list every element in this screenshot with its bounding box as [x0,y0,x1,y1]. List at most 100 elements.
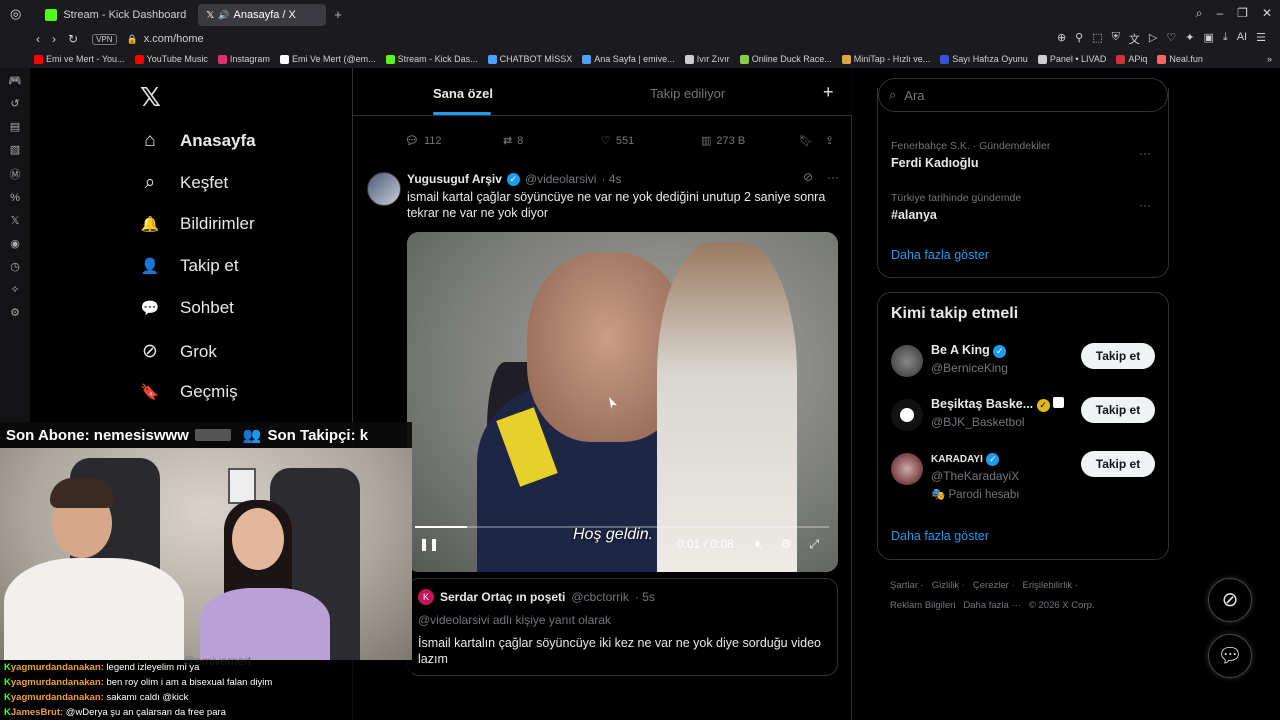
author-handle[interactable]: @videolarsivi [525,172,597,186]
footer-link[interactable]: Şartlar [890,580,918,591]
footer-link[interactable]: Çerezler [973,580,1009,591]
sidebar-item-bookmarks[interactable]: 🔖 Geçmiş [138,382,238,402]
sidebar-item-grok[interactable]: ⊘ Grok [138,340,217,363]
play-icon[interactable]: ▷ [1149,31,1157,47]
repost-button[interactable]: ⇄ 8 [503,134,523,148]
m-icon[interactable]: Ⓜ [10,166,21,182]
dot-icon[interactable]: ◉ [10,237,20,250]
new-tab-button[interactable]: + [334,7,342,22]
close-button[interactable]: ✕ [1262,6,1272,21]
quoted-tweet[interactable]: K Serdar Ortaç ın poşeti @cbctorrik · 5s… [407,578,838,676]
bookmark-item[interactable]: Emi Ve Mert (@em... [279,54,376,64]
follow-button[interactable]: Takip et [1081,397,1155,423]
tweet-time[interactable]: · 4s [601,172,621,186]
wallet-icon[interactable]: ▤ [10,120,20,133]
bookmark-item[interactable]: Panel • LIVAD [1037,54,1106,64]
avatar[interactable] [891,345,923,377]
bookmark-item[interactable]: Sayı Hafıza Oyunu [940,54,1028,64]
search-input[interactable]: ⌕ Ara [878,78,1168,112]
footer-link[interactable]: Gizlilik [932,580,959,591]
video-player[interactable]: Hoş geldin. ❚❚ 0:01 / 0:08 🔇︎ ⚙ ⤢ [407,232,838,572]
puzzle-icon[interactable]: ✧ [10,283,19,296]
menu-icon[interactable]: ☰ [1256,31,1266,47]
clock-icon[interactable]: ◷ [10,260,20,273]
forward-icon[interactable]: › [52,32,56,46]
x-logo[interactable]: 𝕏 [140,82,161,113]
show-more-trends-link[interactable]: Daha fazla göster [891,248,989,262]
sidebar-item-chat[interactable]: 💬 Sohbet [138,298,234,318]
avatar[interactable] [891,453,923,485]
sidebar-item-home[interactable]: ⌂ Anasayfa [138,130,255,152]
video-progress-bar[interactable] [415,526,829,528]
more-icon[interactable]: ··· [827,170,839,184]
trend-item[interactable]: Fenerbahçe S.K. · Gündemdekiler Ferdi Ka… [891,140,1151,170]
bjk-logo[interactable] [891,399,923,431]
add-feed-icon[interactable]: + [823,82,834,103]
opera-logo-icon[interactable]: ◎ [10,6,21,22]
bookmark-item[interactable]: Online Duck Race... [739,54,832,64]
heart-icon[interactable]: ♡ [1166,31,1176,47]
author-name[interactable]: Yugusuguf Arşiv [407,172,502,186]
pattern-icon[interactable]: ▧ [10,143,20,156]
bookmark-item[interactable]: Instagram [217,54,270,64]
shield-icon[interactable]: ⛨ [1112,31,1120,47]
screenshot-icon[interactable]: ⬚ [1092,31,1102,47]
mute-icon[interactable]: 🔇︎ [755,537,763,552]
extensions-icon[interactable]: ✦ [1185,31,1194,47]
bookmark-item[interactable]: MiniTap - Hızlı ve... [841,54,930,64]
like-button[interactable]: ♡ 551 [601,134,634,148]
zoom-icon[interactable]: ⊕ [1057,31,1066,47]
bookmark-button[interactable]: 🔖︎ [799,134,813,147]
settings-icon[interactable]: ⚙ [10,306,20,319]
bookmark-item[interactable]: Ana Sayfa | emive... [582,54,675,64]
trend-item[interactable]: Türkiye tarihinde gündemde #alanya ··· [891,192,1151,222]
search-tabs-icon[interactable]: ⌕ [1196,6,1203,21]
more-icon[interactable]: ··· [1139,146,1151,160]
bookmark-item[interactable]: APiq [1116,54,1147,64]
grok-explain-icon[interactable]: ⊘ [803,170,813,184]
more-icon[interactable]: ··· [1139,198,1151,212]
footer-link[interactable]: Reklam Bilgileri [890,600,955,611]
bookmark-item[interactable]: YouTube Music [134,54,208,64]
follow-suggestion[interactable]: KARADAYI ✓ @TheKaradayiX 🎭 Parodi hesabı… [891,451,1157,511]
views-button[interactable]: ▥ 273 B [701,134,745,148]
follow-button[interactable]: Takip et [1081,451,1155,477]
follow-suggestion[interactable]: Be A King ✓ @BerniceKing Takip et [891,343,1157,393]
x-sidebar-icon[interactable]: 𝕏 [11,214,20,227]
grok-fab-button[interactable]: ⊘ [1208,578,1252,622]
follow-suggestion[interactable]: Beşiktaş Baske... ✓ @BJK_Basketbol Takip… [891,397,1157,447]
footer-link[interactable]: Daha fazla ··· [963,600,1021,611]
percent-icon[interactable]: % [10,192,20,204]
avatar[interactable] [367,172,401,206]
profile-icon[interactable]: ▣ [1203,31,1213,47]
download-icon[interactable]: ⤓ [1223,31,1228,47]
sidebar-item-notifications[interactable]: 🔔 Bildirimler [138,214,255,234]
translate-icon[interactable]: 文 [1129,31,1140,47]
bookmark-item[interactable]: Neal.fun [1157,54,1203,64]
vpn-badge[interactable]: VPN [92,33,117,45]
sidebar-item-follow[interactable]: 👤 Takip et [138,256,239,276]
tab-for-you[interactable]: Sana özel [433,86,493,101]
footer-link[interactable]: Erişilebilirlik [1023,580,1073,591]
ai-icon[interactable]: AI [1237,31,1247,47]
history-icon[interactable]: ↺ [10,97,19,110]
show-more-suggestions-link[interactable]: Daha fazla göster [891,529,989,543]
fullscreen-icon[interactable]: ⤢ [809,537,819,552]
bookmarks-overflow-icon[interactable]: » [1267,54,1272,64]
tab-following[interactable]: Takip ediliyor [650,86,725,101]
follow-button[interactable]: Takip et [1081,343,1155,369]
pause-button[interactable]: ❚❚ [419,537,439,551]
back-icon[interactable]: ‹ [36,32,40,46]
tab-x-home[interactable]: 𝕏 🔊 Anasayfa / X [198,4,327,26]
reload-icon[interactable]: ↻ [68,32,78,46]
messages-fab-button[interactable]: 💬︎ [1208,634,1252,678]
url-field[interactable]: x.com/home [144,33,204,45]
sidebar-item-explore[interactable]: ⌕ Keşfet [138,172,229,194]
bookmark-item[interactable]: CHATBOT MİSSX [487,54,572,64]
pin-icon[interactable]: ⚲ [1075,31,1083,47]
share-button[interactable]: ⇪ [825,134,834,147]
bookmark-item[interactable]: Stream - Kick Das... [385,54,478,64]
speaker-icon[interactable]: 🔊 [218,10,229,21]
bookmark-item[interactable]: Emi ve Mert - You... [34,54,125,64]
bookmark-item[interactable]: Ivır Zıvır [684,54,730,64]
